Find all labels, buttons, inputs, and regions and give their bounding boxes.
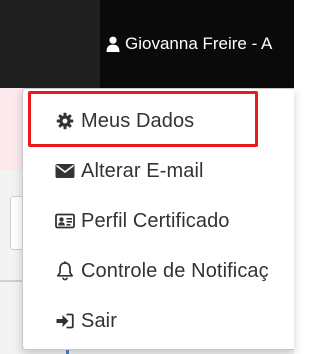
user-menu-toggle[interactable]: Giovanna Freire - A [100,0,294,88]
menu-item-label: Controle de Notificaç [81,259,269,282]
menu-item-perfil-certificado[interactable]: Perfil Certificado [23,196,294,246]
menu-item-label: Meus Dados [81,109,195,132]
alert-background-strip [0,88,24,170]
menu-item-controle-notificacoes[interactable]: Controle de Notificaç [23,246,294,296]
menu-item-label: Perfil Certificado [81,209,230,232]
user-icon [106,36,120,52]
menu-item-sair[interactable]: Sair [23,296,294,346]
user-name: Giovanna Freire - A [125,34,273,53]
menu-item-label: Alterar E-mail [81,159,204,182]
gear-icon [55,111,75,131]
id-card-icon [55,211,75,231]
sign-out-icon [55,311,75,331]
background-divider [0,280,24,282]
menu-item-meus-dados[interactable]: Meus Dados [23,96,294,146]
menu-item-label: Sair [81,309,117,332]
menu-item-alterar-email[interactable]: Alterar E-mail [23,146,294,196]
envelope-icon [55,161,75,181]
top-navbar: Giovanna Freire - A [0,0,294,88]
bell-icon [55,261,75,281]
user-dropdown-menu: Meus Dados Alterar E-mail Perfil Certifi… [22,88,294,350]
